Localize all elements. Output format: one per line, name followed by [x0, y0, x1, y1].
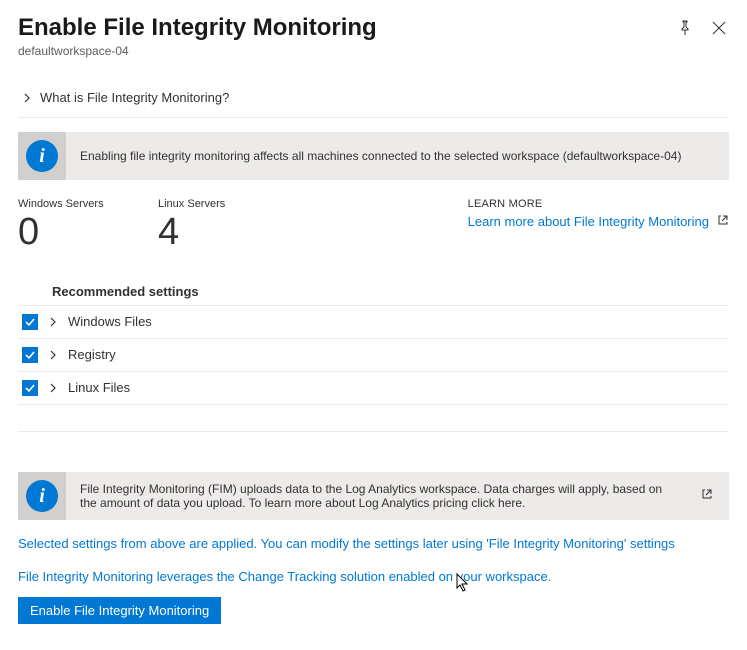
learn-more-block: LEARN MORE Learn more about File Integri…	[468, 198, 729, 254]
chevron-right-icon	[22, 93, 32, 103]
stat-value: 0	[18, 212, 118, 254]
windows-servers-stat: Windows Servers 0	[18, 198, 118, 254]
footer-note-change-tracking: File Integrity Monitoring leverages the …	[18, 567, 729, 587]
learn-more-label: LEARN MORE	[468, 198, 729, 210]
recommended-row-registry[interactable]: Registry	[18, 339, 729, 372]
stat-label: Linux Servers	[158, 198, 258, 210]
close-icon[interactable]	[711, 20, 727, 36]
stats-row: Windows Servers 0 Linux Servers 4 LEARN …	[18, 198, 729, 254]
info-icon-box: i	[18, 132, 66, 180]
chevron-right-icon	[48, 350, 58, 360]
recommended-row-linux-files[interactable]: Linux Files	[18, 372, 729, 405]
checkbox-windows-files[interactable]	[22, 314, 38, 330]
chevron-right-icon	[48, 317, 58, 327]
expander-label: What is File Integrity Monitoring?	[40, 90, 229, 105]
what-is-fim-expander[interactable]: What is File Integrity Monitoring?	[18, 78, 729, 118]
pin-icon[interactable]	[677, 20, 693, 36]
footer-section: i File Integrity Monitoring (FIM) upload…	[18, 472, 729, 624]
info-icon: i	[26, 140, 58, 172]
checkbox-registry[interactable]	[22, 347, 38, 363]
rec-label: Windows Files	[68, 314, 152, 329]
workspace-subtitle: defaultworkspace-04	[18, 44, 677, 58]
recommended-settings-header: Recommended settings	[18, 284, 729, 306]
enable-fim-button[interactable]: Enable File Integrity Monitoring	[18, 597, 221, 624]
footer-note-settings: Selected settings from above are applied…	[18, 534, 729, 554]
cursor-pointer-icon	[455, 573, 471, 596]
stat-value: 4	[158, 212, 258, 254]
external-link-icon[interactable]	[691, 488, 713, 503]
pricing-banner: i File Integrity Monitoring (FIM) upload…	[18, 472, 729, 520]
page-header: Enable File Integrity Monitoring default…	[18, 14, 729, 58]
banner-text: File Integrity Monitoring (FIM) uploads …	[80, 476, 677, 516]
rec-label: Registry	[68, 347, 116, 362]
section-divider	[18, 431, 729, 432]
linux-servers-stat: Linux Servers 4	[158, 198, 258, 254]
recommended-row-windows-files[interactable]: Windows Files	[18, 306, 729, 339]
banner-text: Enabling file integrity monitoring affec…	[80, 143, 713, 169]
stat-label: Windows Servers	[18, 198, 118, 210]
learn-more-link-text: Learn more about File Integrity Monitori…	[468, 214, 709, 229]
rec-label: Linux Files	[68, 380, 130, 395]
checkbox-linux-files[interactable]	[22, 380, 38, 396]
info-icon: i	[26, 480, 58, 512]
page-title: Enable File Integrity Monitoring	[18, 14, 677, 42]
external-link-icon	[717, 214, 729, 229]
learn-more-link[interactable]: Learn more about File Integrity Monitori…	[468, 214, 729, 229]
workspace-warning-banner: i Enabling file integrity monitoring aff…	[18, 132, 729, 180]
info-icon-box: i	[18, 472, 66, 520]
chevron-right-icon	[48, 383, 58, 393]
